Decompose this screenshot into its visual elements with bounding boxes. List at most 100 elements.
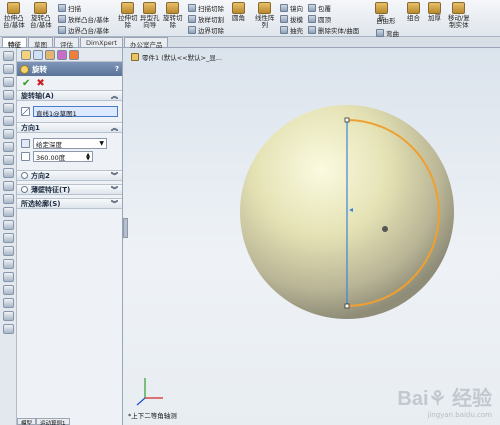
wrap-button[interactable]: 包覆 (308, 3, 331, 13)
tool-icon[interactable] (3, 77, 14, 87)
tool-icon[interactable] (3, 103, 14, 113)
axis-line-icon (21, 107, 30, 116)
thin-feature-checkbox[interactable] (21, 186, 28, 193)
direction2-header[interactable]: 方向2 ︾ (17, 170, 122, 181)
draft-button[interactable]: 拔模 (280, 14, 303, 24)
view-toolbar-strip (0, 48, 17, 425)
endpoint-top[interactable] (344, 117, 350, 123)
command-manager-ribbon: 拉伸凸 台/基体 旋转凸 台/基体 扫描 放样凸台/基体 边界凸台/基体 拉伸切… (0, 0, 500, 38)
thin-feature-header[interactable]: 薄壁特征(T) ︾ (17, 184, 122, 195)
tab-features[interactable]: 特征 (2, 37, 27, 49)
axis-of-revolution-header[interactable]: 旋转轴(A) ︽ (17, 90, 122, 101)
linear-pattern-button[interactable]: 线性阵 列 (255, 2, 275, 29)
boundary-boss-button[interactable]: 边界凸台/基体 (58, 25, 109, 35)
dimxpert-icon[interactable] (57, 49, 67, 60)
move-copy-icon (452, 2, 466, 14)
mirror-icon (280, 4, 288, 12)
selected-contours-header[interactable]: 所选轮廓(S) ︾ (17, 198, 122, 209)
tab-sketch[interactable]: 草图 (28, 37, 53, 49)
tool-icon[interactable] (3, 311, 14, 321)
expand-icon: ︾ (111, 199, 118, 208)
delete-body-button[interactable]: 删除实体/曲面 (308, 25, 359, 35)
help-icon[interactable]: ? (115, 65, 119, 73)
sweep-cut-icon (188, 4, 196, 12)
sweep-button[interactable]: 扫描 (58, 3, 81, 13)
freeform-button[interactable]: 自由形 (376, 18, 396, 25)
tool-icon[interactable] (3, 194, 14, 204)
spinner-arrows-icon[interactable]: ▲ ▼ (86, 152, 90, 161)
tool-icon[interactable] (3, 129, 14, 139)
axis-section: 直线1@草图1 (17, 101, 122, 122)
tab-model[interactable]: 模型 (17, 418, 37, 425)
configuration-icon[interactable] (45, 49, 55, 60)
tool-icon[interactable] (3, 142, 14, 152)
mirror-button[interactable]: 镜向 (280, 3, 303, 13)
linear-pattern-icon (258, 2, 272, 14)
watermark-url: jingyan.baidu.com (427, 411, 492, 419)
reverse-direction-icon[interactable] (21, 139, 30, 148)
wrap-icon (308, 4, 316, 12)
tool-icon[interactable] (3, 272, 14, 282)
loft-cut-button[interactable]: 放样切割 (188, 14, 224, 24)
property-manager-icon[interactable] (33, 49, 43, 60)
collapse-icon: ︽ (111, 123, 118, 132)
tool-icon[interactable] (3, 90, 14, 100)
shell-button[interactable]: 抽壳 (280, 25, 303, 35)
sweep-cut-button[interactable]: 扫描切除 (188, 3, 224, 13)
end-condition-dropdown[interactable]: 给定深度 ▼ (33, 138, 107, 149)
cancel-button[interactable]: ✖ (36, 78, 44, 89)
boundary-cut-icon (188, 26, 196, 34)
cursor-icon (382, 226, 388, 232)
tool-icon[interactable] (3, 155, 14, 165)
fillet-button[interactable]: 圆角 (232, 2, 245, 22)
dome-button[interactable]: 圆顶 (308, 14, 331, 24)
bottom-tabs: 模型 运动算例1 (17, 418, 123, 425)
direction2-checkbox[interactable] (21, 172, 28, 179)
sweep-icon (58, 4, 66, 12)
ok-button[interactable]: ✔ (22, 78, 30, 89)
boundary-icon (58, 26, 66, 34)
revolve-cut-icon (166, 2, 180, 14)
display-manager-icon[interactable] (69, 49, 79, 60)
loft-button[interactable]: 放样凸台/基体 (58, 14, 109, 24)
boundary-cut-button[interactable]: 边界切除 (188, 25, 224, 35)
direction1-section: 给定深度 ▼ 360.00度 ▲ ▼ (17, 133, 122, 167)
tab-evaluate[interactable]: 评估 (54, 37, 79, 49)
tool-icon[interactable] (3, 246, 14, 256)
tool-icon[interactable] (3, 64, 14, 74)
tool-icon[interactable] (3, 233, 14, 243)
direction1-header[interactable]: 方向1 ︽ (17, 122, 122, 133)
tab-dimxpert[interactable]: DimXpert (80, 37, 123, 47)
endpoint-bottom[interactable] (344, 303, 350, 309)
angle-spinner[interactable]: 360.00度 ▲ ▼ (33, 151, 93, 162)
tool-icon[interactable] (3, 298, 14, 308)
revolve-title: 旋转 (32, 64, 47, 74)
tool-icon[interactable] (3, 168, 14, 178)
loft-cut-icon (188, 15, 196, 23)
feature-tree-icon[interactable] (21, 49, 31, 60)
revolve-cut-button[interactable]: 旋转切 除 (163, 2, 183, 29)
hole-wizard-button[interactable]: 异型孔 向导 (140, 2, 160, 29)
tool-icon[interactable] (3, 220, 14, 230)
tab-office-products[interactable]: 办公室产品 (123, 37, 169, 49)
fillet-icon (232, 2, 245, 14)
revolve-boss-button[interactable]: 旋转凸 台/基体 (30, 2, 52, 29)
extrude-boss-button[interactable]: 拉伸凸 台/基体 (3, 2, 25, 29)
thicken-button[interactable]: 加厚 (428, 2, 441, 22)
axis-selection-field[interactable]: 直线1@草图1 (33, 106, 118, 118)
tool-icon[interactable] (3, 259, 14, 269)
combine-button[interactable]: 组合 (407, 2, 420, 22)
tool-icon[interactable] (3, 324, 14, 334)
tool-icon[interactable] (3, 51, 14, 61)
command-tabs: 特征 草图 评估 DimXpert 办公室产品 (0, 37, 500, 49)
graphics-area[interactable]: 零件1 (默认<<默认>_显... *上下二等角轴测 Bai⚘ 经验 jingy… (123, 48, 500, 425)
tool-icon[interactable] (3, 207, 14, 217)
combine-icon (407, 2, 420, 14)
tool-icon[interactable] (3, 181, 14, 191)
tool-icon[interactable] (3, 285, 14, 295)
tab-motion-study[interactable]: 运动算例1 (36, 418, 70, 425)
move-copy-body-button[interactable]: 移动/复 制实体 (448, 2, 470, 29)
extrude-cut-button[interactable]: 拉伸切 除 (118, 2, 138, 29)
thicken-icon (428, 2, 441, 14)
tool-icon[interactable] (3, 116, 14, 126)
